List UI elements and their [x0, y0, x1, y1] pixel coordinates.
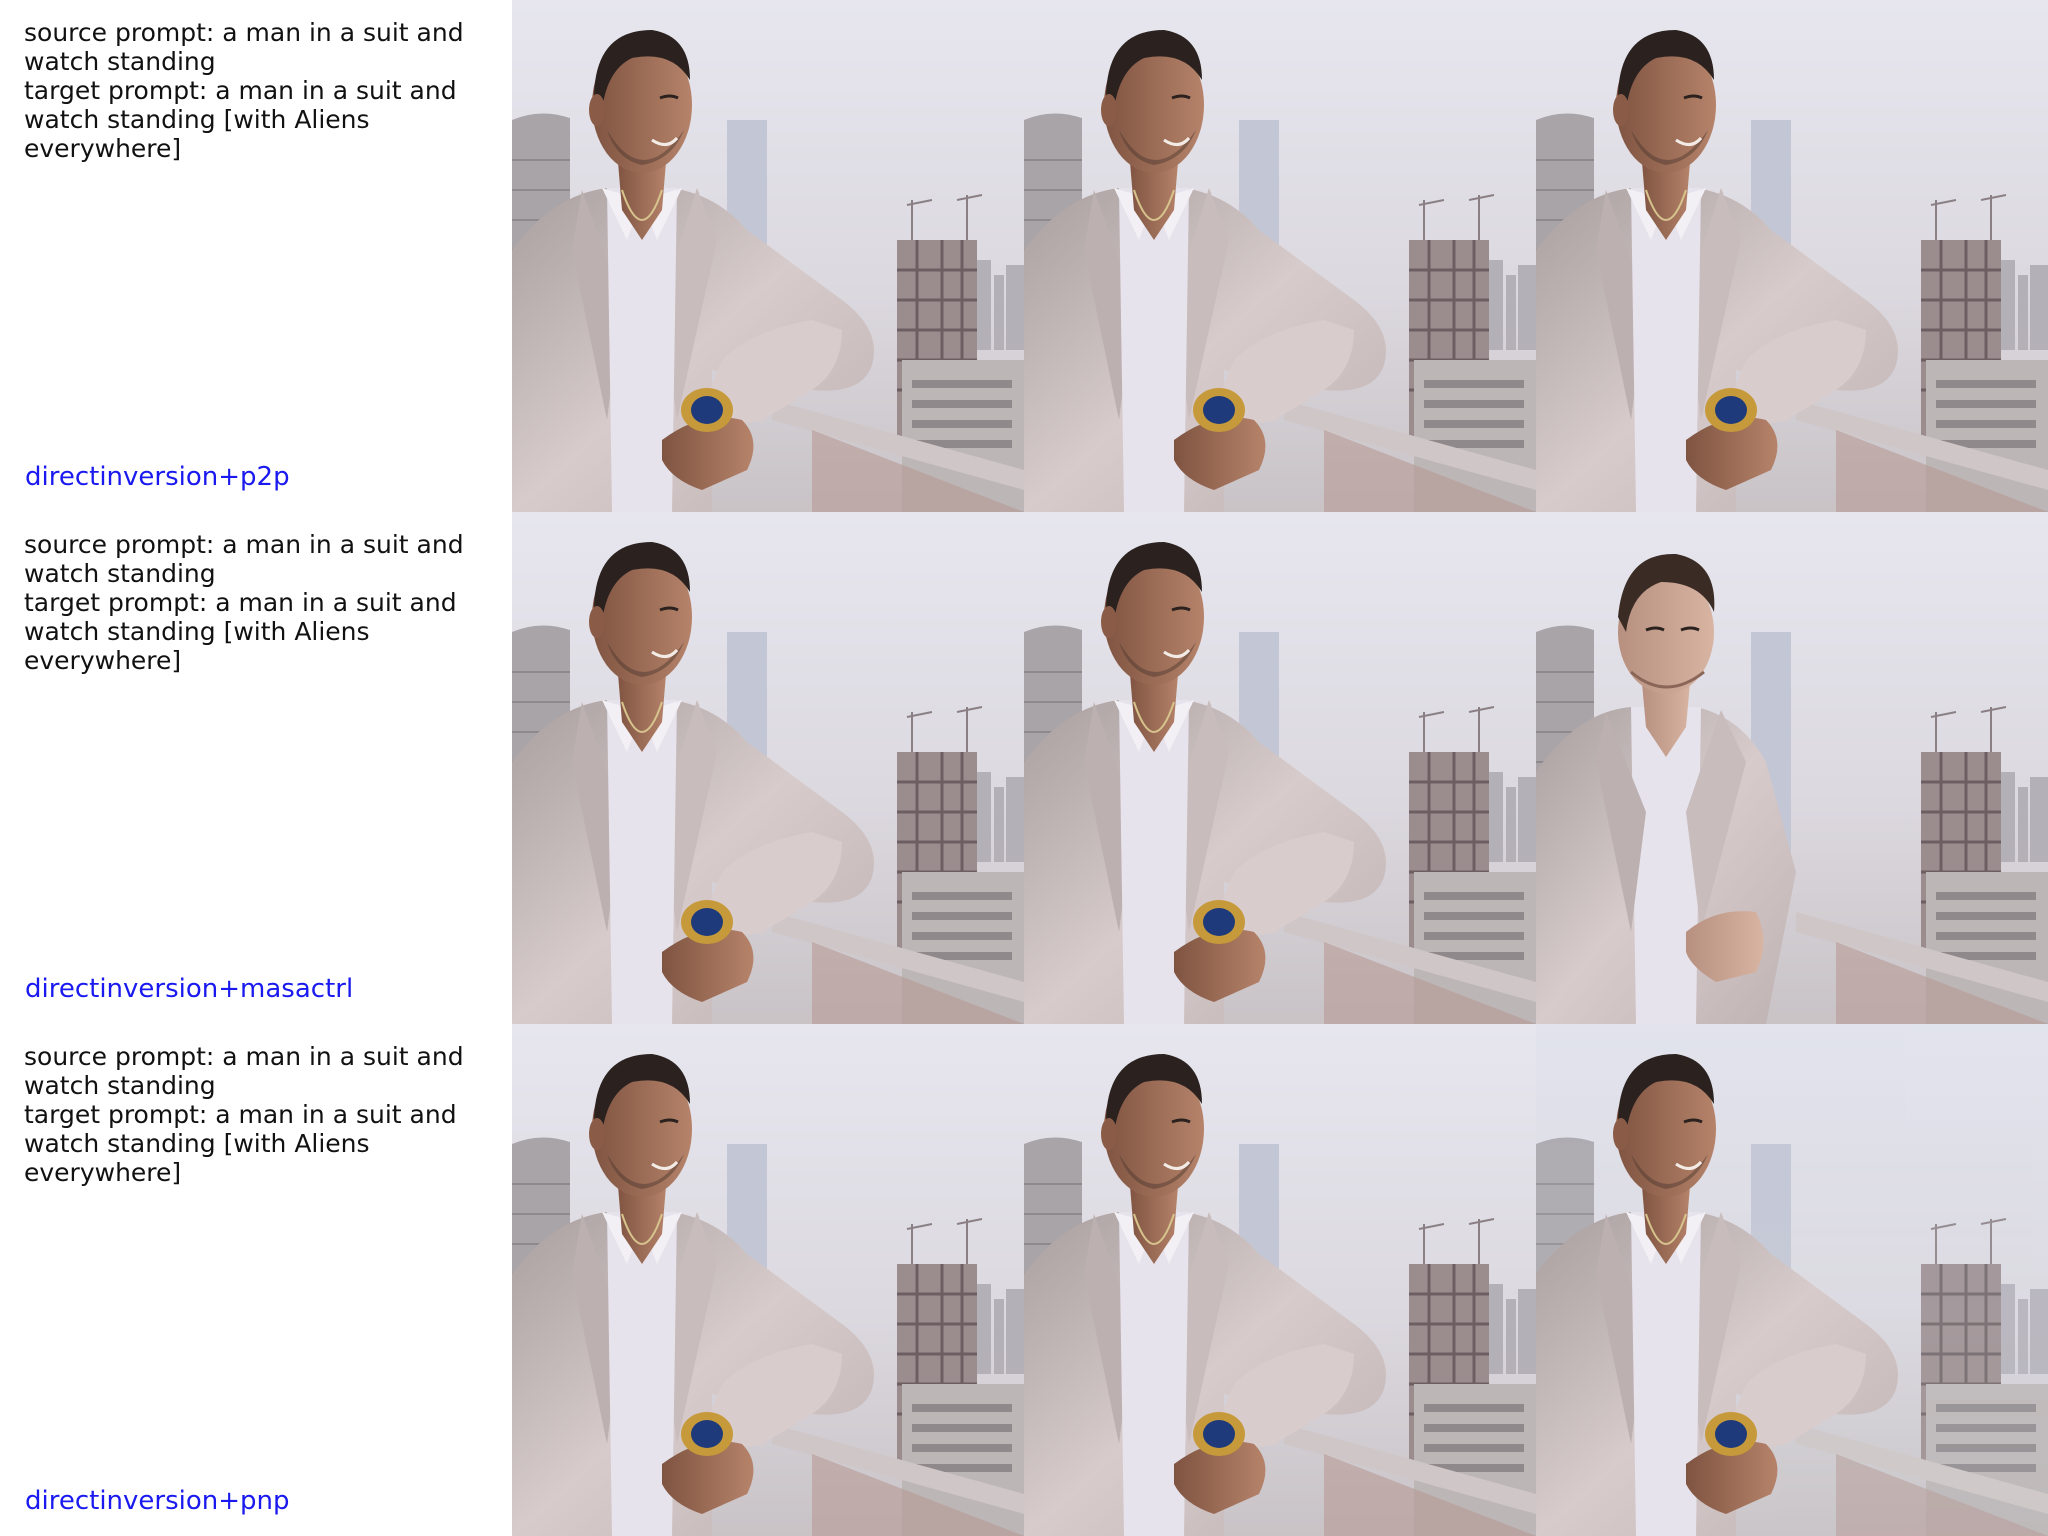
prompt-text: source prompt: a man in a suit and watch… — [24, 530, 464, 675]
method-label: directinversion+masactrl — [25, 974, 354, 1004]
source-image — [512, 1024, 1024, 1536]
source-image — [512, 512, 1024, 1024]
row-label-panel: source prompt: a man in a suit and watch… — [0, 512, 512, 1024]
edited-image — [1536, 0, 2048, 512]
result-row-p2p: source prompt: a man in a suit and watch… — [0, 0, 2048, 512]
edited-image — [1536, 512, 2048, 1024]
result-row-masactrl: source prompt: a man in a suit and watch… — [0, 512, 2048, 1024]
method-label: directinversion+p2p — [25, 462, 290, 492]
inverted-image — [1024, 512, 1536, 1024]
result-row-pnp: source prompt: a man in a suit and watch… — [0, 1024, 2048, 1536]
row-label-panel: source prompt: a man in a suit and watch… — [0, 0, 512, 512]
comparison-grid: source prompt: a man in a suit and watch… — [0, 0, 2048, 1536]
inverted-image — [1024, 1024, 1536, 1536]
edited-image — [1536, 1024, 2048, 1536]
row-label-panel: source prompt: a man in a suit and watch… — [0, 1024, 512, 1536]
method-label: directinversion+pnp — [25, 1486, 290, 1516]
source-image — [512, 0, 1024, 512]
prompt-text: source prompt: a man in a suit and watch… — [24, 1042, 464, 1187]
inverted-image — [1024, 0, 1536, 512]
prompt-text: source prompt: a man in a suit and watch… — [24, 18, 464, 163]
